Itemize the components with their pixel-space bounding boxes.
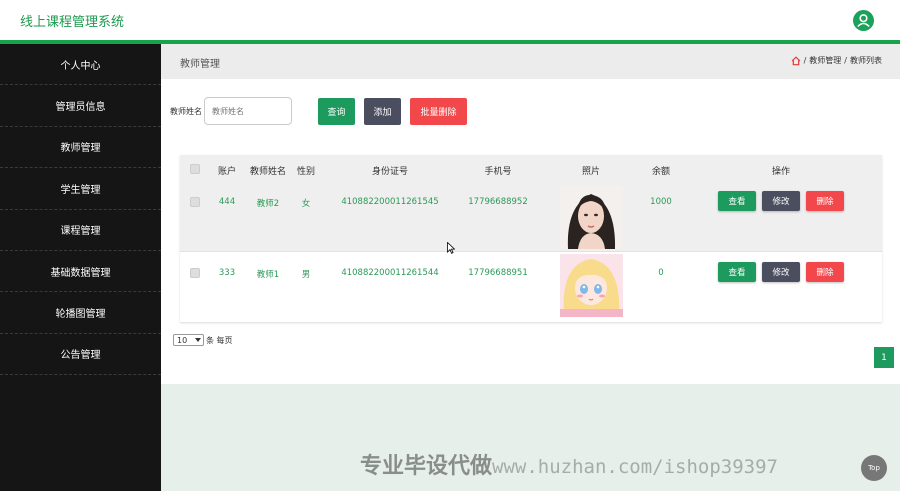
teacher-table: 账户 教师姓名 性别 身份证号 手机号 照片 余额 操作 444 教师2 女 4…	[180, 155, 882, 322]
page-title: 教师管理	[180, 59, 220, 70]
teacher-photo	[560, 254, 623, 317]
per-page-label: 条 每页	[206, 335, 233, 345]
sidebar-item-personal-center[interactable]: 个人中心	[0, 44, 161, 86]
watermark: 专业毕设代做www.huzhan.com/ishop39397	[360, 448, 778, 480]
mouse-cursor-icon	[447, 242, 455, 254]
balance-cell: 1000	[650, 197, 672, 207]
sidebar: 个人中心 管理员信息 教师管理 学生管理 课程管理 基础数据管理 轮播图管理 公…	[0, 44, 161, 491]
sidebar-item-label: 轮播图管理	[55, 309, 106, 321]
query-button[interactable]: 查询	[318, 98, 355, 125]
watermark-text: 专业毕设代做	[360, 454, 493, 479]
user-avatar-icon[interactable]	[853, 10, 874, 31]
column-header: 照片	[581, 167, 601, 177]
sidebar-item-admin-info[interactable]: 管理员信息	[0, 85, 161, 127]
page-number-button[interactable]: 1	[874, 347, 894, 368]
page-header: 教师管理 / 教师管理 / 教师列表	[161, 44, 900, 79]
edit-button[interactable]: 修改	[762, 262, 800, 282]
id-card-cell: 410882200011261545	[341, 197, 439, 207]
home-icon[interactable]	[791, 55, 801, 66]
balance-cell: 0	[658, 268, 664, 278]
account-cell: 333	[218, 268, 236, 278]
sidebar-item-student-management[interactable]: 学生管理	[0, 168, 161, 210]
view-button[interactable]: 查看	[718, 262, 756, 282]
column-header: 手机号	[484, 167, 512, 177]
gender-cell: 男	[301, 270, 311, 280]
view-button[interactable]: 查看	[718, 191, 756, 211]
watermark-url: www.huzhan.com/ishop39397	[492, 456, 778, 478]
row-checkbox[interactable]	[190, 197, 200, 207]
sidebar-item-label: 教师管理	[60, 143, 101, 155]
name-cell: 教师2	[256, 199, 280, 209]
chevron-down-icon	[195, 338, 201, 342]
breadcrumb-item[interactable]: 教师管理	[809, 55, 841, 66]
add-button[interactable]: 添加	[364, 98, 401, 125]
back-to-top-button[interactable]: Top	[861, 455, 887, 481]
sidebar-item-label: 学生管理	[60, 184, 101, 196]
column-header: 性别	[296, 167, 316, 177]
phone-cell: 17796688951	[468, 268, 528, 278]
teacher-photo	[560, 186, 623, 249]
sidebar-item-announcements[interactable]: 公告管理	[0, 334, 161, 376]
page-size-control: 10 条 每页	[173, 334, 233, 346]
phone-cell: 17796688952	[468, 197, 528, 207]
edit-button[interactable]: 修改	[762, 191, 800, 211]
account-cell: 444	[218, 197, 236, 207]
batch-delete-button[interactable]: 批量删除	[410, 98, 467, 125]
column-header: 操作	[771, 167, 791, 177]
table-row: 444 教师2 女 410882200011261545 17796688952…	[180, 184, 882, 252]
app-title: 线上课程管理系统	[20, 15, 125, 30]
delete-button[interactable]: 删除	[806, 191, 844, 211]
delete-button[interactable]: 删除	[806, 262, 844, 282]
teacher-name-input[interactable]	[204, 97, 292, 125]
sidebar-item-course-management[interactable]: 课程管理	[0, 210, 161, 251]
top-bar: 线上课程管理系统	[0, 0, 900, 40]
table-header: 账户 教师姓名 性别 身份证号 手机号 照片 余额 操作	[180, 155, 882, 184]
gender-cell: 女	[301, 199, 311, 209]
sidebar-item-label: 管理员信息	[55, 102, 106, 114]
row-checkbox[interactable]	[190, 268, 200, 278]
id-card-cell: 410882200011261544	[341, 268, 439, 278]
column-header: 身份证号	[371, 167, 409, 177]
search-label: 教师姓名	[170, 106, 202, 116]
column-header: 账户	[217, 167, 237, 177]
sidebar-item-carousel[interactable]: 轮播图管理	[0, 292, 161, 334]
sidebar-item-basic-data[interactable]: 基础数据管理	[0, 251, 161, 293]
page-size-select[interactable]: 10	[173, 334, 204, 346]
sidebar-item-label: 个人中心	[60, 60, 101, 72]
column-header: 余额	[651, 167, 671, 177]
sidebar-item-label: 课程管理	[60, 226, 101, 238]
table-row: 333 教师1 男 410882200011261544 17796688951	[180, 253, 882, 321]
breadcrumb: / 教师管理 / 教师列表	[791, 55, 882, 66]
search-bar: 教师姓名	[170, 97, 292, 125]
select-all-checkbox[interactable]	[190, 164, 200, 174]
sidebar-item-teacher-management[interactable]: 教师管理	[0, 127, 161, 169]
breadcrumb-current: 教师列表	[850, 56, 882, 65]
sidebar-item-label: 公告管理	[60, 350, 101, 362]
column-header: 教师姓名	[249, 167, 287, 177]
name-cell: 教师1	[256, 270, 280, 280]
main-content: 教师管理 / 教师管理 / 教师列表 教师姓名 查询 添加 批量删除 账户 教师…	[161, 44, 900, 491]
sidebar-item-label: 基础数据管理	[50, 267, 111, 279]
